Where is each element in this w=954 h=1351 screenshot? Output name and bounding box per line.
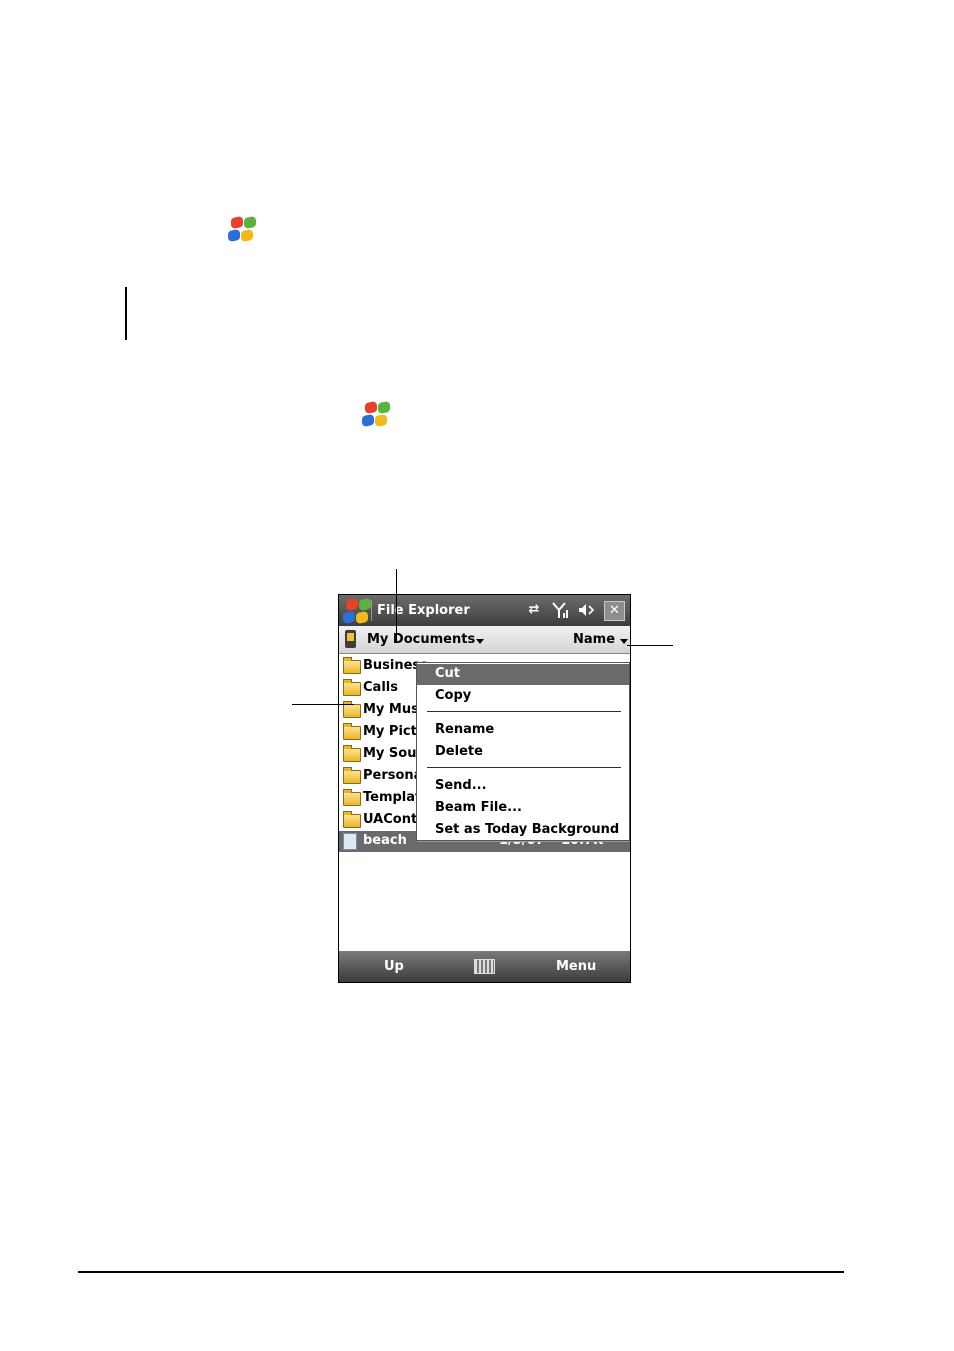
folder-icon [343,701,361,718]
menu-item-send[interactable]: Send... [417,776,629,797]
folder-icon [343,745,361,762]
folder-icon [343,679,361,696]
chevron-down-icon[interactable] [620,639,628,644]
file-name: Calls [363,680,398,695]
menu-item-copy[interactable]: Copy [417,686,629,707]
margin-bar [125,287,127,340]
callout-line-sort [627,645,673,646]
menu-item-label: Rename [435,722,495,737]
title-bar: File Explorer ⇄ ✕ [339,595,630,626]
windows-start-icon [226,214,256,244]
menu-item-label: Cut [435,666,461,681]
folder-icon [343,723,361,740]
sort-dropdown[interactable]: Name [573,632,615,647]
menu-item-rename[interactable]: Rename [417,720,629,741]
file-name: beach [363,833,407,848]
folder-icon [343,767,361,784]
menu-item-label: Copy [435,688,472,703]
file-explorer-screen: File Explorer ⇄ ✕ My Documents Name Busi… [338,594,631,983]
menu-divider [427,711,621,712]
keyboard-icon[interactable] [474,959,495,974]
menu-item-delete[interactable]: Delete [417,742,629,763]
menu-item-label: Beam File... [435,800,522,815]
picture-file-icon [343,833,357,850]
start-menu-icon[interactable] [341,596,371,626]
menu-item-label: Delete [435,744,483,759]
signal-icon[interactable] [551,601,569,619]
softkey-bar: Up Menu [339,951,630,982]
menu-item-cut[interactable]: Cut [417,664,629,685]
callout-line-folder [396,569,397,641]
callout-line-folders [292,704,354,705]
up-softkey[interactable]: Up [384,959,404,974]
window-title: File Explorer [377,603,470,618]
context-menu: Cut Copy Rename Delete Send... Beam File… [416,662,630,841]
speaker-icon[interactable] [577,601,595,619]
sync-arrows-icon[interactable]: ⇄ [525,601,543,619]
footer-rule [78,1271,844,1273]
location-bar: My Documents Name [339,626,630,654]
menu-softkey[interactable]: Menu [556,959,596,974]
folder-icon [343,811,361,828]
close-button[interactable]: ✕ [604,601,625,621]
menu-divider [427,767,621,768]
folder-icon [343,657,361,674]
chevron-down-icon[interactable] [476,639,484,644]
menu-item-label: Set as Today Background [435,822,620,837]
menu-item-beam-file[interactable]: Beam File... [417,798,629,819]
folder-dropdown[interactable]: My Documents [367,632,475,647]
title-separator [371,600,372,621]
device-icon [345,630,356,648]
folder-icon [343,789,361,806]
windows-start-icon [360,399,390,429]
menu-item-set-today-background[interactable]: Set as Today Background [417,820,629,841]
menu-item-label: Send... [435,778,487,793]
